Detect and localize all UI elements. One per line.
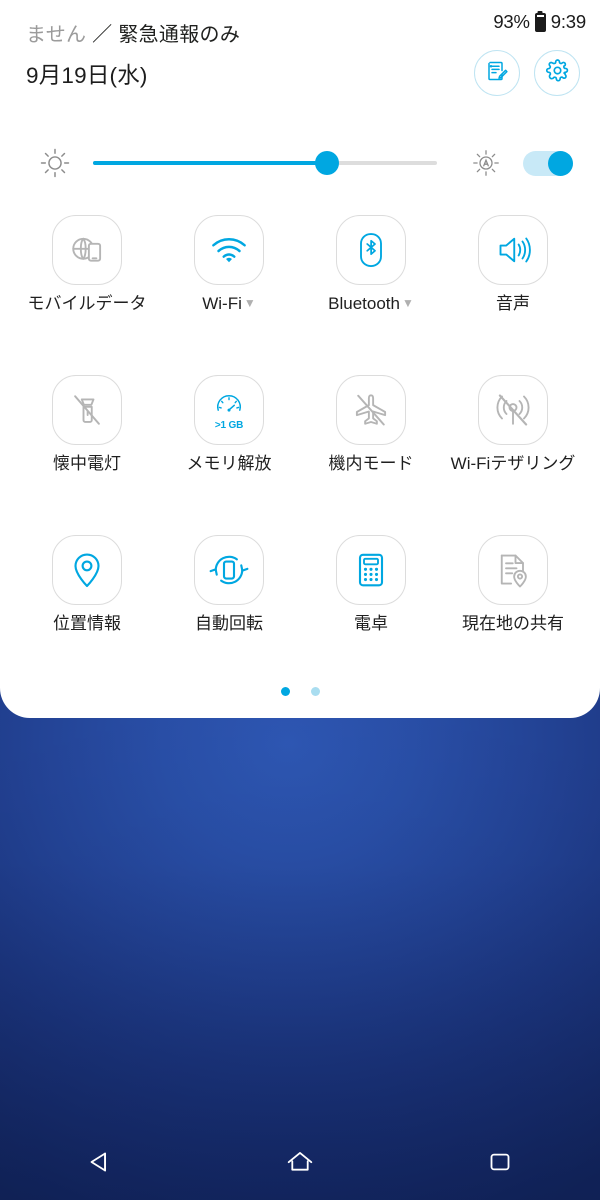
- carrier-label-rest: ／ 緊急通報のみ: [86, 24, 241, 46]
- nav-back-button[interactable]: [58, 1133, 142, 1195]
- auto-brightness-toggle-knob: [548, 151, 573, 176]
- navigation-bar: [0, 1128, 600, 1200]
- page-dot-1[interactable]: [280, 687, 290, 696]
- page-dot-2[interactable]: [310, 687, 320, 696]
- brightness-slider[interactable]: [93, 140, 437, 186]
- tile-label: Bluetooth ▼: [328, 294, 414, 313]
- auto-brightness-toggle[interactable]: [523, 151, 573, 176]
- auto-brightness-icon: [463, 140, 509, 186]
- nav-home-button[interactable]: [258, 1133, 342, 1195]
- tile-label: モバイルデータ: [27, 294, 147, 313]
- edit-notes-icon: [485, 59, 509, 88]
- tile-label: 自動回転: [195, 614, 263, 633]
- tile-wifi-tethering-off[interactable]: Wi-Fiテザリング: [442, 375, 584, 517]
- chevron-down-icon[interactable]: ▼: [244, 296, 256, 310]
- sound-icon[interactable]: [478, 215, 548, 285]
- memory-clean-icon[interactable]: >1 GB: [194, 375, 264, 445]
- location-pin-icon[interactable]: [52, 535, 122, 605]
- nav-recents-button[interactable]: [458, 1133, 542, 1195]
- back-triangle-icon: [83, 1145, 117, 1184]
- recents-square-icon: [483, 1145, 517, 1184]
- tile-label: Wi-Fiテザリング: [450, 454, 576, 473]
- brightness-sun-icon: [32, 140, 78, 186]
- tile-wifi[interactable]: Wi-Fi ▼: [158, 215, 300, 357]
- brightness-row: [0, 140, 600, 186]
- tile-memory-clean[interactable]: >1 GB メモリ解放: [158, 375, 300, 517]
- airplane-mode-icon[interactable]: [336, 375, 406, 445]
- tile-sound[interactable]: 音声: [442, 215, 584, 357]
- tile-label: 位置情報: [53, 614, 121, 633]
- bluetooth-icon[interactable]: [336, 215, 406, 285]
- home-icon: [283, 1145, 317, 1184]
- carrier-label-faded: ません: [26, 24, 87, 46]
- auto-rotate-icon[interactable]: [194, 535, 264, 605]
- wifi-icon[interactable]: [194, 215, 264, 285]
- tile-label: 音声: [496, 294, 530, 313]
- tile-calculator[interactable]: 電卓: [300, 535, 442, 677]
- tile-location-pin[interactable]: 位置情報: [16, 535, 158, 677]
- gear-icon: [545, 58, 570, 88]
- tile-flashlight-off[interactable]: 懐中電灯: [16, 375, 158, 517]
- quick-settings-tile-grid: モバイルデータ Wi-Fi ▼ Bluetooth ▼ 音声懐中電灯 >1 GB メモリ解放 機…: [0, 215, 600, 677]
- quick-settings-panel: 93% 9:39 ません ／ 緊急通報のみ 9月19日(水) モバイルデータ W…: [0, 0, 600, 718]
- tile-auto-rotate[interactable]: 自動回転: [158, 535, 300, 677]
- brightness-slider-fill: [93, 161, 327, 165]
- tile-label: 懐中電灯: [53, 454, 121, 473]
- chevron-down-icon[interactable]: ▼: [402, 296, 414, 310]
- carrier-label: ません ／ 緊急通報のみ: [26, 18, 240, 47]
- mobile-data-icon[interactable]: [52, 215, 122, 285]
- wifi-tethering-off-icon[interactable]: [478, 375, 548, 445]
- settings-button[interactable]: [534, 50, 580, 96]
- edit-notes-button[interactable]: [474, 50, 520, 96]
- tile-label: 機内モード: [328, 454, 414, 473]
- tile-label: メモリ解放: [186, 454, 272, 473]
- battery-icon: [534, 13, 546, 32]
- tile-airplane-mode[interactable]: 機内モード: [300, 375, 442, 517]
- brightness-slider-thumb[interactable]: [314, 151, 339, 175]
- header-button-group: [474, 50, 580, 96]
- status-bar: 93% 9:39: [493, 13, 586, 32]
- tile-share-location[interactable]: 現在地の共有: [442, 535, 584, 677]
- tile-label: 電卓: [354, 614, 388, 633]
- date-label: 9月19日(水): [26, 63, 148, 88]
- clock-label: 9:39: [550, 11, 586, 33]
- page-indicator: [0, 687, 600, 696]
- tile-label: 現在地の共有: [462, 614, 564, 633]
- tile-mobile-data[interactable]: モバイルデータ: [16, 215, 158, 357]
- share-location-icon[interactable]: [478, 535, 548, 605]
- tile-bluetooth[interactable]: Bluetooth ▼: [300, 215, 442, 357]
- calculator-icon[interactable]: [336, 535, 406, 605]
- tile-label: Wi-Fi ▼: [202, 294, 256, 313]
- battery-percent-label: 93%: [493, 11, 530, 33]
- flashlight-off-icon[interactable]: [52, 375, 122, 445]
